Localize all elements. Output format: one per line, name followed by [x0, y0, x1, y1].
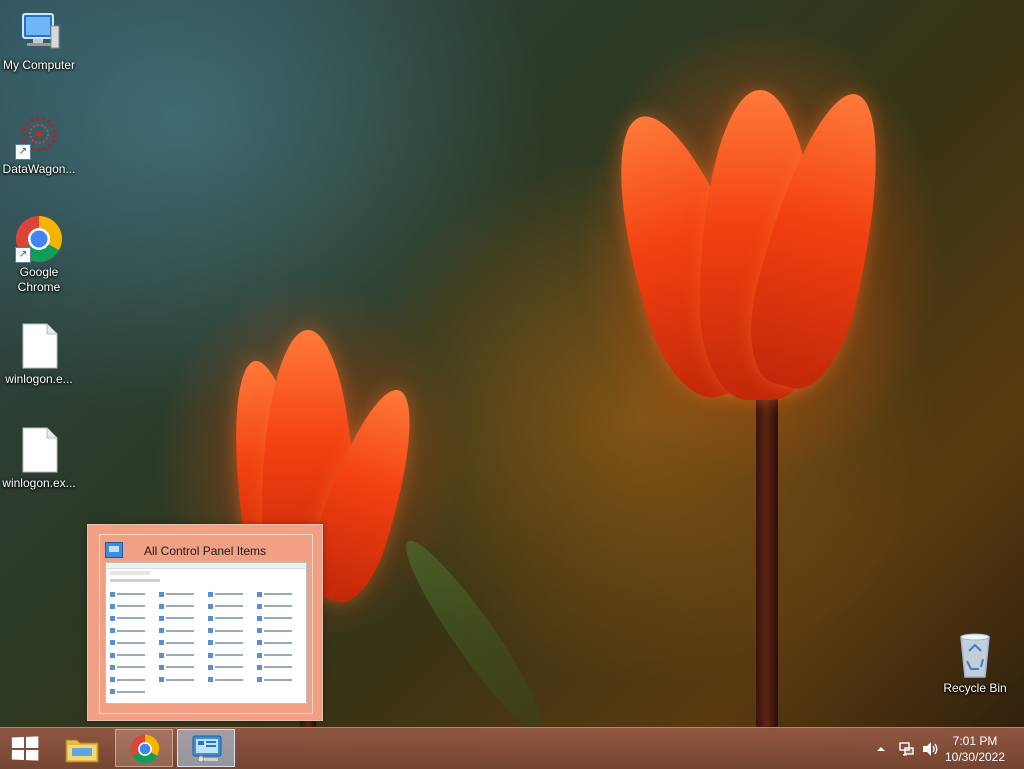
- desktop-icon-datawagon[interactable]: ↗ DataWagon...: [0, 112, 78, 177]
- computer-icon: [15, 8, 63, 56]
- control-panel-icon: [192, 735, 222, 763]
- windows-logo-icon: [11, 736, 39, 761]
- file-icon: [15, 426, 63, 474]
- chevron-up-icon: [877, 747, 885, 751]
- desktop-icon-label: DataWagon...: [2, 162, 76, 176]
- start-button[interactable]: [0, 728, 48, 769]
- shortcut-arrow-icon: ↗: [15, 144, 31, 160]
- desktop-icon-winlogon-1[interactable]: winlogon.e...: [0, 322, 78, 387]
- taskbar-button-google-chrome[interactable]: [115, 729, 173, 767]
- preview-title: All Control Panel Items: [144, 544, 267, 558]
- volume-tray-button[interactable]: [920, 728, 942, 769]
- desktop-icon-label: Google Chrome: [17, 265, 61, 294]
- clock-time: 7:01 PM: [952, 734, 998, 748]
- speaker-icon: [923, 742, 938, 756]
- taskbar: 7:01 PM 10/30/2022: [0, 727, 1024, 769]
- chrome-icon: ↗: [15, 215, 63, 263]
- chrome-icon: [130, 734, 160, 764]
- desktop-icon-winlogon-2[interactable]: winlogon.ex...: [0, 426, 78, 491]
- clock-date: 10/30/2022: [944, 750, 1006, 764]
- desktop-icon-label: winlogon.e...: [5, 372, 73, 386]
- preview-items-grid: [110, 591, 302, 697]
- network-icon: [899, 742, 914, 756]
- network-tray-button[interactable]: [897, 728, 917, 769]
- taskbar-clock[interactable]: 7:01 PM 10/30/2022: [940, 733, 1010, 765]
- shortcut-arrow-icon: ↗: [15, 247, 31, 263]
- taskbar-thumbnail-preview[interactable]: All Control Panel Items: [87, 524, 323, 721]
- control-panel-icon: [105, 542, 123, 558]
- desktop-icon-google-chrome[interactable]: ↗ Google Chrome: [0, 215, 78, 295]
- desktop-icon-recycle-bin[interactable]: Recycle Bin: [936, 631, 1014, 696]
- desktop-icon-label: Recycle Bin: [943, 681, 1007, 695]
- desktop-icon-label: My Computer: [2, 58, 76, 72]
- taskbar-button-control-panel[interactable]: [177, 729, 235, 767]
- recycle-bin-icon: [951, 631, 999, 679]
- show-hidden-icons-button[interactable]: [874, 728, 888, 769]
- desktop-icon-label: winlogon.ex...: [2, 476, 76, 490]
- taskbar-button-file-explorer[interactable]: [53, 729, 111, 767]
- datawagon-icon: ↗: [15, 112, 63, 160]
- desktop-icon-my-computer[interactable]: My Computer: [0, 8, 78, 73]
- folder-icon: [65, 739, 99, 763]
- file-icon: [15, 322, 63, 370]
- preview-window-thumbnail[interactable]: [105, 562, 307, 704]
